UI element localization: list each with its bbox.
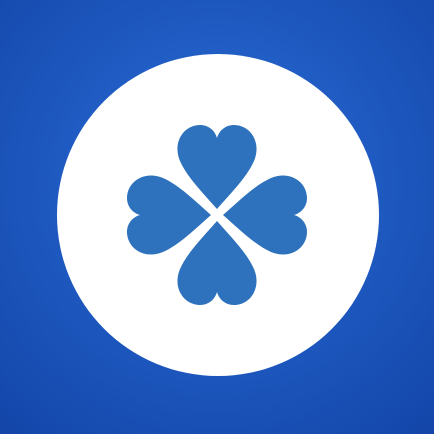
app-icon[interactable] [0,0,434,434]
clover-icon [127,125,307,305]
